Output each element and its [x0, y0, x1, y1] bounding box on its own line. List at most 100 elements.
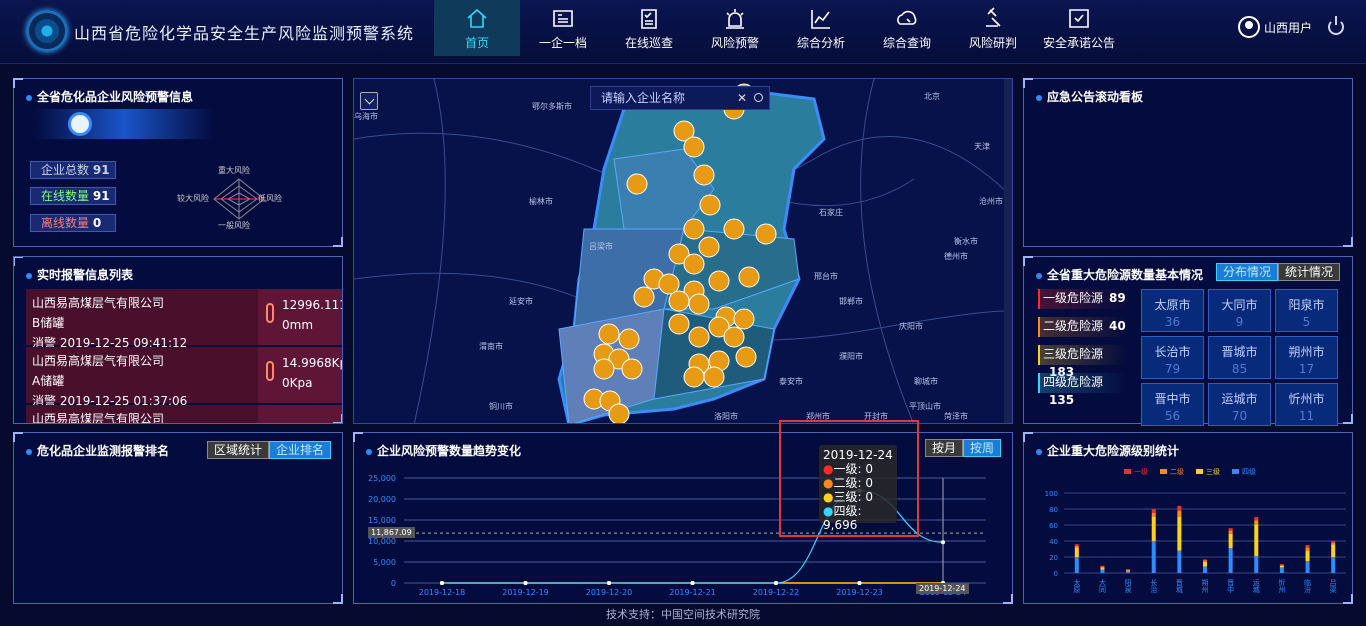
x-category-label: 吕梁: [1329, 579, 1337, 594]
nav-item-7[interactable]: 安全承诺公告: [1036, 0, 1122, 56]
legend-label: 一级: [1134, 467, 1148, 476]
map-city-label: 庆阳市: [899, 321, 923, 331]
alarm-company: 山西易高煤层气有限公司: [32, 354, 165, 368]
offline-value: 0: [92, 216, 102, 230]
hazard-level-item[interactable]: 三级危险源183: [1038, 345, 1128, 379]
bar-segment: [1331, 541, 1336, 543]
map-canvas[interactable]: 鄂尔多斯市乌海市 北京天津沧州市 榆林市石家庄衡水市吕梁市德州市邢台市延安市 邯郸市庆…: [354, 79, 1013, 424]
map-city-label: 天津: [974, 141, 990, 151]
bar-segment: [1203, 559, 1207, 561]
map-city-label: 北京: [924, 91, 940, 101]
clear-icon[interactable]: ✕: [737, 87, 747, 109]
hazard-level-item[interactable]: 四级危险源 135: [1038, 373, 1128, 407]
nav-item-6[interactable]: 风险研判: [950, 0, 1036, 56]
offline-count[interactable]: 离线数量 0: [30, 214, 116, 232]
level-stats-panel: 企业重大危险源级别统计 0 20 40 60 80 100 一级 二级 三级 四级 太原 大同 阳泉 长治…: [1023, 432, 1353, 604]
hazard-city-card[interactable]: 太原市 36: [1141, 289, 1204, 332]
hazard-level-label: 三级危险源: [1043, 347, 1104, 361]
alarm-item-text: 山西易高煤层气有限公司 A储罐 消警 2019-12-25 01:37:06: [32, 351, 187, 411]
map-city-label: 乌海市: [354, 111, 378, 121]
map-city-label: 吕梁市: [589, 241, 613, 251]
bar-segment: [1126, 569, 1131, 570]
online-label: 在线数量: [41, 189, 90, 203]
level-bar-chart[interactable]: 0 20 40 60 80 100 一级 二级 三级 四级太原 大同 阳泉 长治 晋城 朔州 晋中 运城 忻州 临汾…: [1024, 433, 1354, 605]
power-icon[interactable]: [1328, 16, 1344, 35]
user-menu[interactable]: 山西用户: [1238, 16, 1312, 38]
hazard-level-label: 二级危险源: [1043, 319, 1104, 333]
bar-segment: [1100, 567, 1105, 570]
city-name: 忻州市: [1288, 392, 1325, 406]
hazard-tabs: 分布情况 统计情况: [1216, 263, 1341, 281]
city-count: 36: [1164, 315, 1181, 329]
data-point: [440, 581, 444, 585]
hazard-level-item[interactable]: 二级危险源 40: [1038, 317, 1128, 337]
bar-segment: [1254, 556, 1259, 573]
x-category-label: 晋城: [1175, 579, 1183, 594]
hazard-level-item[interactable]: 一级危险源 89: [1038, 289, 1128, 309]
nav-label: 首页: [464, 36, 489, 50]
hazard-city-card[interactable]: 朔州市 17: [1275, 336, 1338, 379]
city-name: 太原市: [1154, 298, 1191, 312]
x-tick-label: 2019-12-22: [753, 588, 800, 597]
hazard-city-card[interactable]: 大同市 9: [1208, 289, 1271, 332]
bar-segment: [1254, 524, 1259, 557]
alarm-item[interactable]: 山西易高煤层气有限公司: [26, 405, 342, 423]
app-root: 山西省危险化学品安全生产风险监测预警系统 首页 一企一档 在线巡查 风险预警 综合分析 综…: [0, 0, 1366, 626]
x-tick-label: 2019-12-23: [836, 588, 883, 597]
hazard-city-card[interactable]: 忻州市 11: [1275, 383, 1338, 426]
alarm-item[interactable]: 山西易高煤层气有限公司 A储罐 消警 2019-12-25 01:37:06 1…: [26, 347, 342, 408]
data-point: [941, 540, 945, 545]
alarm-value: 14.9968Kpa: [282, 356, 342, 370]
tab-region-stats[interactable]: 区域统计: [207, 441, 270, 459]
total-value: 91: [92, 163, 110, 177]
hazard-city-grid: 太原市 36 大同市 9 阳泉市 5 长治市 79 晋城市 85 朔州市 17 晋中市 56 运城市 70 忻州…: [1141, 289, 1338, 426]
nav-item-3[interactable]: 风险预警: [692, 0, 778, 56]
x-category-label: 晋中: [1227, 579, 1235, 594]
nav-item-2[interactable]: 在线巡查: [606, 0, 692, 56]
tab-distribution[interactable]: 分布情况: [1216, 263, 1279, 281]
company-search-input[interactable]: 请输入企业名称 ✕: [590, 86, 770, 110]
city-count: 9: [1235, 315, 1244, 329]
y-tick-label: 20,000: [368, 495, 396, 504]
nav-item-1[interactable]: 一企一档: [520, 0, 606, 56]
x-category-label: 太原: [1073, 578, 1081, 593]
total-count[interactable]: 企业总数 91: [30, 161, 116, 179]
nav-label: 综合查询: [882, 36, 931, 50]
city-count: 79: [1164, 362, 1181, 376]
nav-item-5[interactable]: 综合查询: [864, 0, 950, 56]
legend-swatch: [1196, 469, 1203, 474]
province-map[interactable]: 鄂尔多斯市 乌海市 北京 天津 沧州市 榆林市 石家庄 衡水市 吕梁市 德州市 邢台市 延安市 邯郸市庆…: [353, 78, 1013, 424]
tab-company-ranking[interactable]: 企业排名: [269, 441, 332, 459]
nav-label: 风险研判: [968, 36, 1017, 50]
system-logo: [26, 10, 68, 52]
map-city-label: 邯郸市: [839, 296, 863, 306]
nav-item-4[interactable]: 综合分析: [778, 0, 864, 56]
tab-statistics[interactable]: 统计情况: [1278, 263, 1341, 281]
alarm-threshold: 0mm: [282, 318, 314, 332]
nav-label: 综合分析: [796, 36, 845, 50]
markline-label: 11,867.09: [368, 527, 415, 538]
online-count[interactable]: 在线数量 91: [30, 187, 116, 205]
hazard-city-card[interactable]: 运城市 70: [1208, 383, 1271, 426]
home-icon: [467, 8, 487, 28]
alarm-value-box: 12996.111mm 0mm: [258, 289, 342, 345]
hazard-city-card[interactable]: 长治市 79: [1141, 336, 1204, 379]
bar-segment: [1177, 510, 1182, 517]
risk-info-panel: 全省危化品企业风险预警信息 企业总数 91 在线数量 91 离线数量 0 重大风…: [13, 78, 343, 247]
map-collapse-button[interactable]: [360, 92, 378, 110]
hazard-city-card[interactable]: 晋中市 56: [1141, 383, 1204, 426]
notice-title: 应急公告滚动看板: [1036, 88, 1143, 105]
map-city-label: 邢台市: [814, 271, 838, 281]
nav-label: 风险预警: [710, 36, 759, 50]
x-category-label: 阳泉: [1124, 578, 1132, 593]
bar-segment: [1331, 542, 1336, 545]
y-tick-label: 0: [391, 579, 396, 588]
online-value: 91: [92, 189, 110, 203]
hazard-city-card[interactable]: 阳泉市 5: [1275, 289, 1338, 332]
alarm-item[interactable]: 山西易高煤层气有限公司 B储罐 消警 2019-12-25 09:41:12 1…: [26, 289, 342, 350]
footer-credit: 技术支持：中国空间技术研究院: [606, 608, 760, 621]
bar-segment: [1228, 528, 1233, 531]
search-icon[interactable]: [754, 93, 763, 102]
nav-item-0[interactable]: 首页: [434, 0, 520, 56]
hazard-city-card[interactable]: 晋城市 85: [1208, 336, 1271, 379]
